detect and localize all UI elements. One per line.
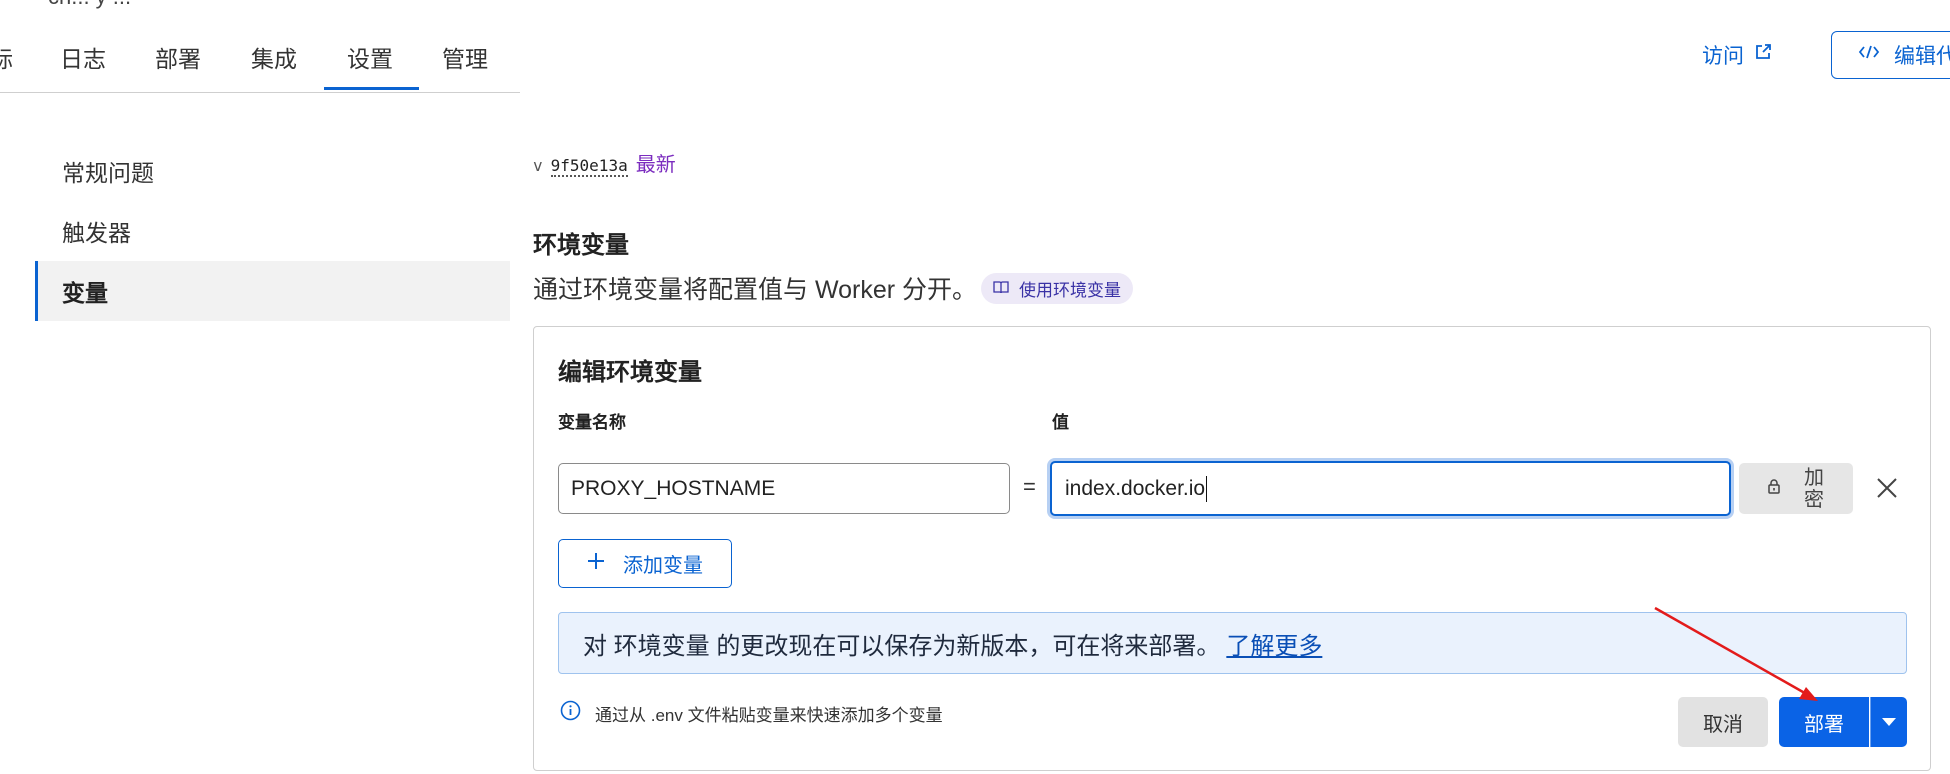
docs-link[interactable]: 使用环境变量: [981, 273, 1133, 304]
edit-code-label: 编辑代: [1894, 45, 1950, 68]
tab-logs[interactable]: 日志: [60, 40, 106, 74]
tab-deployments[interactable]: 部署: [155, 40, 201, 74]
code-icon: [1858, 43, 1880, 67]
info-banner: 对 环境变量 的更改现在可以保存为新版本，可在将来部署。 了解更多: [558, 612, 1907, 674]
tab-integrations[interactable]: 集成: [251, 40, 297, 74]
add-variable-button[interactable]: 添加变量: [558, 539, 732, 588]
close-icon: [1877, 478, 1897, 498]
deploy-options-dropdown[interactable]: [1870, 697, 1907, 747]
tab-metrics[interactable]: 标: [0, 40, 13, 74]
active-tab-indicator: [324, 87, 419, 90]
latest-badge: 最新: [635, 154, 676, 176]
cancel-label: 取消: [1703, 713, 1743, 736]
variable-value-text: index.docker.io: [1065, 476, 1206, 500]
encrypt-label-top: 加: [1804, 466, 1824, 489]
caret-down-icon: [1882, 718, 1896, 726]
sidebar-item-label: 常规问题: [62, 160, 154, 186]
variable-name-input[interactable]: PROXY_HOSTNAME: [558, 463, 1010, 514]
sidebar-item-label: 触发器: [62, 220, 131, 246]
encrypt-button[interactable]: 加 密: [1739, 463, 1853, 514]
sidebar-item-general[interactable]: 常规问题: [35, 141, 510, 201]
visit-link[interactable]: 访问: [1702, 40, 1772, 70]
cancel-button[interactable]: 取消: [1678, 697, 1768, 747]
book-icon: [993, 279, 1009, 299]
sidebar-item-label: 变量: [62, 280, 108, 306]
card-title: 编辑环境变量: [558, 359, 702, 386]
sidebar-item-variables[interactable]: 变量: [35, 261, 510, 321]
text-caret: [1206, 475, 1208, 502]
banner-text: 对 环境变量 的更改现在可以保存为新版本，可在将来部署。: [583, 632, 1221, 660]
paste-hint-text: 通过从 .env 文件粘贴变量来快速添加多个变量: [595, 705, 943, 725]
encrypt-label: 加 密: [1803, 467, 1825, 511]
section-title: 环境变量: [533, 232, 629, 259]
encrypt-label-bottom: 密: [1804, 488, 1824, 511]
deploy-label: 部署: [1804, 713, 1844, 736]
paste-hint: 通过从 .env 文件粘贴变量来快速添加多个变量: [560, 700, 943, 726]
equals-sign: =: [1023, 474, 1036, 499]
deploy-button[interactable]: 部署: [1779, 697, 1869, 747]
sidebar-item-triggers[interactable]: 触发器: [35, 201, 510, 261]
top-tabs: 标 日志 部署 集成 设置 管理: [0, 0, 520, 93]
remove-variable-button[interactable]: [1873, 474, 1901, 502]
variable-name-column-label: 变量名称: [558, 413, 626, 432]
version-prefix: v: [533, 156, 543, 175]
variable-value-input[interactable]: index.docker.io: [1050, 461, 1731, 516]
external-link-icon: [1754, 43, 1772, 67]
learn-more-link[interactable]: 了解更多: [1226, 626, 1322, 661]
add-variable-label: 添加变量: [623, 555, 703, 577]
version-info: v 9f50e13a 最新: [533, 148, 676, 177]
lock-icon: [1767, 477, 1781, 500]
tab-manage[interactable]: 管理: [442, 40, 488, 74]
info-icon: [560, 700, 581, 726]
visit-label: 访问: [1702, 45, 1744, 68]
variable-name-value: PROXY_HOSTNAME: [571, 476, 776, 500]
tab-settings[interactable]: 设置: [347, 40, 393, 74]
version-hash[interactable]: 9f50e13a: [550, 156, 628, 177]
docs-link-label: 使用环境变量: [1019, 281, 1121, 300]
section-description: 通过环境变量将配置值与 Worker 分开。: [533, 276, 977, 304]
plus-icon: [587, 552, 605, 576]
edit-code-button[interactable]: 编辑代: [1831, 31, 1950, 79]
value-column-label: 值: [1052, 413, 1069, 432]
